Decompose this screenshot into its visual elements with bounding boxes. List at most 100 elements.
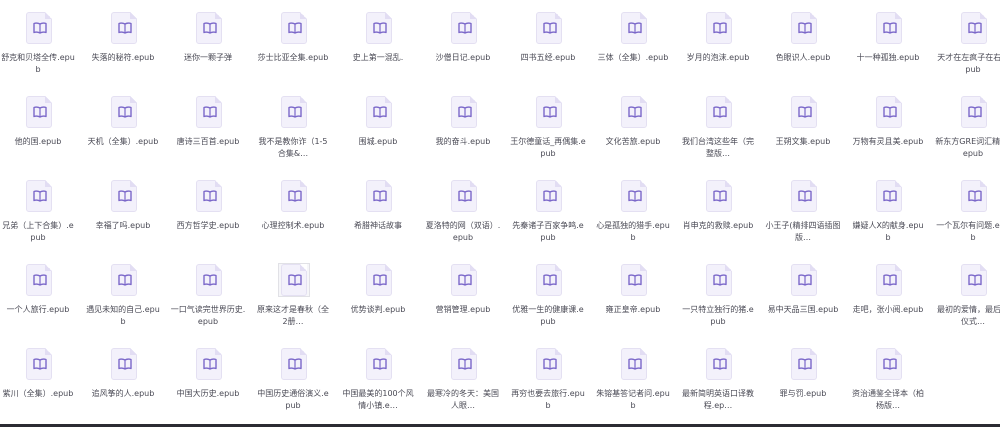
- file-item[interactable]: 易中天品三国.epub: [765, 256, 841, 338]
- file-item[interactable]: 兄弟（上下合集）.epub: [0, 172, 76, 254]
- file-icon-wrapper[interactable]: [789, 264, 819, 296]
- file-icon-wrapper[interactable]: [874, 180, 904, 212]
- file-icon-wrapper[interactable]: [364, 96, 394, 128]
- file-item[interactable]: 色眼识人.epub: [765, 4, 841, 86]
- file-item[interactable]: 一个人旅行.epub: [0, 256, 76, 338]
- file-icon-wrapper[interactable]: [619, 12, 649, 44]
- file-item[interactable]: 西方哲学史.epub: [170, 172, 246, 254]
- file-item[interactable]: 文化苦旅.epub: [595, 88, 671, 170]
- file-item[interactable]: 我不是教你诈（1-5合集&…: [255, 88, 331, 170]
- file-item[interactable]: 追风筝的人.epub: [85, 340, 161, 422]
- file-icon-wrapper[interactable]: [109, 180, 139, 212]
- file-item[interactable]: 失落的秘符.epub: [85, 4, 161, 86]
- file-icon-wrapper[interactable]: [24, 12, 54, 44]
- file-icon-wrapper[interactable]: [194, 348, 224, 380]
- file-icon-wrapper[interactable]: [24, 180, 54, 212]
- file-item[interactable]: 资治通鉴全译本（柏杨版…: [850, 340, 926, 422]
- file-icon-wrapper[interactable]: [24, 264, 54, 296]
- file-icon-wrapper[interactable]: [449, 180, 479, 212]
- file-item[interactable]: 朱镕基答记者问.epub: [595, 340, 671, 422]
- file-item[interactable]: 心理控制术.epub: [255, 172, 331, 254]
- file-icon-wrapper[interactable]: [278, 263, 310, 297]
- file-item[interactable]: 岁月的泡沫.epub: [680, 4, 756, 86]
- file-icon-wrapper[interactable]: [449, 264, 479, 296]
- file-icon-wrapper[interactable]: [704, 264, 734, 296]
- file-icon-wrapper[interactable]: [279, 12, 309, 44]
- file-item[interactable]: 沙僧日记.epub: [425, 4, 501, 86]
- file-item[interactable]: 最初的爱情，最后的仪式…: [935, 256, 1000, 338]
- file-icon-wrapper[interactable]: [194, 12, 224, 44]
- file-icon-wrapper[interactable]: [704, 12, 734, 44]
- file-item[interactable]: 罪与罚.epub: [765, 340, 841, 422]
- file-icon-wrapper[interactable]: [364, 180, 394, 212]
- file-item[interactable]: 万物有灵且美.epub: [850, 88, 926, 170]
- file-item[interactable]: 中国最美的100个风情小镇.e…: [340, 340, 416, 422]
- file-item[interactable]: 三体（全集）.epub: [595, 4, 671, 86]
- file-icon-wrapper[interactable]: [534, 12, 564, 44]
- file-item[interactable]: 天机（全集）.epub: [85, 88, 161, 170]
- file-icon-wrapper[interactable]: [109, 348, 139, 380]
- file-icon-wrapper[interactable]: [874, 348, 904, 380]
- file-icon-wrapper[interactable]: [279, 180, 309, 212]
- file-item[interactable]: 一个瓦尔有问题.epub: [935, 172, 1000, 254]
- file-item[interactable]: 王朔文集.epub: [765, 88, 841, 170]
- file-icon-wrapper[interactable]: [534, 348, 564, 380]
- file-item[interactable]: 再穷也要去旅行.epub: [510, 340, 586, 422]
- file-icon-wrapper[interactable]: [24, 96, 54, 128]
- file-icon-wrapper[interactable]: [279, 96, 309, 128]
- file-icon-wrapper[interactable]: [874, 264, 904, 296]
- file-icon-wrapper[interactable]: [449, 96, 479, 128]
- file-item[interactable]: 希腊神话故事: [340, 172, 416, 254]
- file-icon-wrapper[interactable]: [704, 348, 734, 380]
- file-icon-wrapper[interactable]: [874, 12, 904, 44]
- file-icon-wrapper[interactable]: [194, 96, 224, 128]
- file-icon-wrapper[interactable]: [449, 12, 479, 44]
- file-item[interactable]: 围城.epub: [340, 88, 416, 170]
- file-item[interactable]: 我的奋斗.epub: [425, 88, 501, 170]
- file-icon-wrapper[interactable]: [534, 264, 564, 296]
- file-item[interactable]: 莎士比亚全集.epub: [255, 4, 331, 86]
- file-item[interactable]: 嫌疑人X的献身.epub: [850, 172, 926, 254]
- file-item[interactable]: 中国大历史.epub: [170, 340, 246, 422]
- file-item[interactable]: 先秦诸子百家争鸣.epub: [510, 172, 586, 254]
- file-icon-wrapper[interactable]: [279, 348, 309, 380]
- file-icon-wrapper[interactable]: [959, 180, 989, 212]
- file-item[interactable]: 走吧，张小阅.epub: [850, 256, 926, 338]
- file-item[interactable]: 营销管理.epub: [425, 256, 501, 338]
- file-icon-wrapper[interactable]: [619, 96, 649, 128]
- file-icon-wrapper[interactable]: [24, 348, 54, 380]
- file-icon-wrapper[interactable]: [534, 96, 564, 128]
- file-icon-wrapper[interactable]: [534, 180, 564, 212]
- file-icon-wrapper[interactable]: [789, 348, 819, 380]
- file-icon-wrapper[interactable]: [449, 348, 479, 380]
- file-icon-wrapper[interactable]: [364, 12, 394, 44]
- file-icon-wrapper[interactable]: [109, 12, 139, 44]
- file-item[interactable]: 四书五经.epub: [510, 4, 586, 86]
- file-icon-wrapper[interactable]: [874, 96, 904, 128]
- file-item[interactable]: 舒克和贝塔全传.epub: [0, 4, 76, 86]
- file-item[interactable]: 遇见未知的自己.epub: [85, 256, 161, 338]
- file-icon-wrapper[interactable]: [619, 348, 649, 380]
- file-item[interactable]: 小王子(精排四语插图版…: [765, 172, 841, 254]
- file-icon-wrapper[interactable]: [364, 348, 394, 380]
- file-icon-wrapper[interactable]: [704, 180, 734, 212]
- file-icon-wrapper[interactable]: [619, 264, 649, 296]
- file-icon-wrapper[interactable]: [109, 264, 139, 296]
- file-item[interactable]: 一只特立独行的猪.epub: [680, 256, 756, 338]
- file-icon-wrapper[interactable]: [959, 264, 989, 296]
- file-item[interactable]: 最新简明英语口译教程.ep…: [680, 340, 756, 422]
- file-item[interactable]: 幸福了吗.epub: [85, 172, 161, 254]
- file-icon-wrapper[interactable]: [194, 180, 224, 212]
- file-item[interactable]: 最寒冷的冬天：美国人眼…: [425, 340, 501, 422]
- file-item[interactable]: 王尔德童话_再偶集.epub: [510, 88, 586, 170]
- file-item[interactable]: 优雅一生的健康课.epub: [510, 256, 586, 338]
- file-item[interactable]: 肖申克的救赎.epub: [680, 172, 756, 254]
- file-icon-wrapper[interactable]: [789, 96, 819, 128]
- file-icon-wrapper[interactable]: [959, 96, 989, 128]
- file-item[interactable]: 新东方GRE词汇精选.epub: [935, 88, 1000, 170]
- file-item[interactable]: 天才在左疯子在右.epub: [935, 4, 1000, 86]
- file-item[interactable]: 他的国.epub: [0, 88, 76, 170]
- file-item[interactable]: 原来这才是春秋（全2册…: [255, 256, 331, 338]
- file-item[interactable]: 一口气读完世界历史.epub: [170, 256, 246, 338]
- file-icon-wrapper[interactable]: [704, 96, 734, 128]
